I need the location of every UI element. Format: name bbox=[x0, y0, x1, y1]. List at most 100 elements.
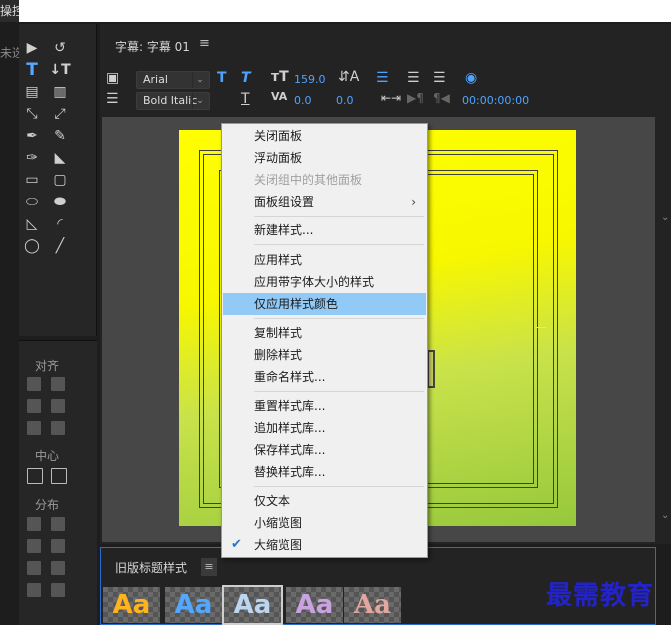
distribute-hcenter-icon[interactable] bbox=[27, 539, 41, 553]
menu-item-close-panel[interactable]: 关闭面板 bbox=[223, 125, 426, 147]
align-right-text-icon[interactable]: ☰ bbox=[433, 70, 446, 86]
rounded-rectangle-tool-icon[interactable]: ⬬ bbox=[49, 192, 71, 212]
menu-separator bbox=[254, 216, 424, 217]
style-thumbnail[interactable]: Aa bbox=[165, 587, 222, 623]
menu-item-duplicate-style[interactable]: 复制样式 bbox=[223, 322, 426, 344]
tab-stops-icon[interactable]: ⇤⇥ bbox=[381, 91, 401, 105]
rectangle-tool-icon[interactable]: ▭ bbox=[21, 170, 43, 190]
menu-item-apply-style-with-font-size[interactable]: 应用带字体大小的样式 bbox=[223, 271, 426, 293]
italic-icon[interactable]: T bbox=[241, 70, 251, 86]
style-thumbnail[interactable]: Aa bbox=[286, 587, 343, 623]
menu-item-panel-group-settings[interactable]: 面板组设置 › bbox=[223, 191, 426, 213]
menu-item-replace-style-library[interactable]: 替换样式库... bbox=[223, 461, 426, 483]
menu-item-reset-style-library[interactable]: 重置样式库... bbox=[223, 395, 426, 417]
font-size-icon: ᴛT bbox=[271, 69, 289, 85]
align-center-text-icon[interactable]: ☰ bbox=[407, 70, 420, 86]
distribute-top-icon[interactable] bbox=[51, 517, 65, 531]
chevron-down-icon: ⌄ bbox=[192, 72, 207, 88]
align-hcenter-icon[interactable] bbox=[27, 399, 41, 413]
wedge-tool-icon[interactable]: ◺ bbox=[21, 214, 43, 234]
tab-right-icon: ¶◀ bbox=[433, 91, 450, 105]
distribute-left-icon[interactable] bbox=[27, 517, 41, 531]
chevron-right-icon: › bbox=[411, 195, 416, 209]
align-top-icon[interactable] bbox=[27, 421, 41, 435]
ellipse-tool-icon[interactable]: ◯ bbox=[21, 236, 43, 256]
style-thumbnail[interactable]: Aa bbox=[344, 587, 401, 623]
menu-separator bbox=[254, 391, 424, 392]
align-vcenter-icon[interactable] bbox=[51, 399, 65, 413]
menu-item-small-thumbnails[interactable]: 小缩览图 bbox=[223, 512, 426, 534]
vertical-path-type-tool-icon[interactable]: ⤢ bbox=[49, 104, 71, 124]
font-family-select[interactable]: Arial ⌄ bbox=[136, 71, 210, 89]
vertical-type-tool-icon[interactable]: ↓T bbox=[49, 60, 71, 80]
menu-item-rename-style[interactable]: 重命名样式... bbox=[223, 366, 426, 388]
menu-item-append-style-library[interactable]: 追加样式库... bbox=[223, 417, 426, 439]
menu-item-save-style-library[interactable]: 保存样式库... bbox=[223, 439, 426, 461]
pen-tool-icon[interactable]: ✒ bbox=[21, 126, 43, 146]
style-thumbnail-selected[interactable]: Aa bbox=[222, 585, 283, 625]
text-options-icon[interactable]: ☰ bbox=[106, 91, 119, 107]
menu-item-delete-style[interactable]: 删除样式 bbox=[223, 344, 426, 366]
menu-item-float-panel[interactable]: 浮动面板 bbox=[223, 147, 426, 169]
menu-item-apply-style-color-only[interactable]: 仅应用样式颜色 bbox=[223, 293, 426, 315]
hamburger-icon[interactable]: ≡ bbox=[199, 36, 210, 51]
menu-separator bbox=[254, 486, 424, 487]
distribute-hspace-icon[interactable] bbox=[27, 583, 41, 597]
rounded-corner-rectangle-tool-icon[interactable]: ▢ bbox=[49, 170, 71, 190]
center-horizontal-icon[interactable] bbox=[27, 468, 43, 484]
clipped-corner-rectangle-tool-icon[interactable]: ⬭ bbox=[21, 192, 43, 212]
kerning-icon: VA bbox=[271, 90, 288, 103]
type-tool-icon[interactable]: T bbox=[21, 60, 43, 80]
menu-item-apply-style[interactable]: 应用样式 bbox=[223, 249, 426, 271]
font-style-value: Bold Italic bbox=[143, 94, 198, 107]
align-left-text-icon[interactable]: ☰ bbox=[376, 70, 389, 86]
align-right-icon[interactable] bbox=[51, 377, 65, 391]
context-menu: 关闭面板 浮动面板 关闭组中的其他面板 面板组设置 › 新建样式... 应用样式… bbox=[221, 123, 428, 558]
style-thumbnail[interactable]: Aa bbox=[103, 587, 160, 623]
bold-icon[interactable]: T bbox=[217, 70, 227, 86]
align-bottom-icon[interactable] bbox=[51, 421, 65, 435]
font-style-select[interactable]: Bold Italic ⌄ bbox=[136, 92, 210, 110]
timecode-value[interactable]: 00:00:00:00 bbox=[462, 94, 529, 107]
font-size-value[interactable]: 159.0 bbox=[294, 73, 326, 86]
kerning-value[interactable]: 0.0 bbox=[294, 94, 312, 107]
menu-item-close-other-panels: 关闭组中的其他面板 bbox=[254, 173, 363, 187]
background-video-icon[interactable]: ▣ bbox=[106, 70, 119, 86]
checkmark-icon: ✔ bbox=[231, 537, 242, 552]
distribute-bottom-icon[interactable] bbox=[51, 561, 65, 575]
distribute-right-icon[interactable] bbox=[27, 561, 41, 575]
vertical-area-type-tool-icon[interactable]: ▥ bbox=[49, 82, 71, 102]
show-background-video-icon[interactable]: ◉ bbox=[465, 70, 477, 86]
menu-item-large-thumbnails[interactable]: ✔ 大缩览图 bbox=[223, 534, 426, 556]
align-section-label: 对齐 bbox=[34, 359, 59, 373]
arc-tool-icon[interactable]: ◜ bbox=[49, 214, 71, 234]
styles-menu-button[interactable]: ≡ bbox=[201, 558, 217, 576]
menu-item-text-only[interactable]: 仅文本 bbox=[223, 490, 426, 512]
delete-anchor-tool-icon[interactable]: ✎ bbox=[49, 126, 71, 146]
line-tool-icon[interactable]: ╱ bbox=[49, 236, 71, 256]
distribute-section-label: 分布 bbox=[34, 498, 59, 512]
menu-item-label: 大缩览图 bbox=[254, 538, 303, 552]
add-anchor-tool-icon[interactable]: ✑ bbox=[21, 148, 43, 168]
tools-panel: ▶ ↺ T ↓T ▤ ▥ ⤡ ⤢ ✒ ✎ ✑ ◣ ▭ ▢ ⬭ ⬬ ◺ ◜ ◯ ╱ bbox=[19, 24, 97, 336]
text-box-handle[interactable] bbox=[427, 350, 435, 388]
distribute-vcenter-icon[interactable] bbox=[51, 539, 65, 553]
distribute-vspace-icon[interactable] bbox=[51, 583, 65, 597]
watermark-logo: 最需教育 bbox=[546, 581, 655, 611]
chevron-down-icon[interactable]: ⌄ bbox=[661, 510, 669, 521]
leading-value[interactable]: 0.0 bbox=[336, 94, 354, 107]
menu-item-new-style[interactable]: 新建样式... bbox=[223, 219, 426, 241]
styles-panel-title: 旧版标题样式 bbox=[115, 561, 188, 575]
convert-anchor-tool-icon[interactable]: ◣ bbox=[49, 148, 71, 168]
chevron-down-icon[interactable]: ⌄ bbox=[661, 212, 669, 223]
panel-tab-fragment[interactable]: 操控 bbox=[0, 0, 19, 22]
underline-icon[interactable]: T bbox=[241, 91, 250, 107]
area-type-tool-icon[interactable]: ▤ bbox=[21, 82, 43, 102]
font-family-value: Arial bbox=[143, 73, 168, 86]
rotation-tool-icon[interactable]: ↺ bbox=[49, 38, 71, 58]
selection-tool-icon[interactable]: ▶ bbox=[21, 38, 43, 58]
top-strip bbox=[0, 0, 671, 22]
align-left-icon[interactable] bbox=[27, 377, 41, 391]
path-type-tool-icon[interactable]: ⤡ bbox=[21, 104, 43, 124]
center-vertical-icon[interactable] bbox=[51, 468, 67, 484]
